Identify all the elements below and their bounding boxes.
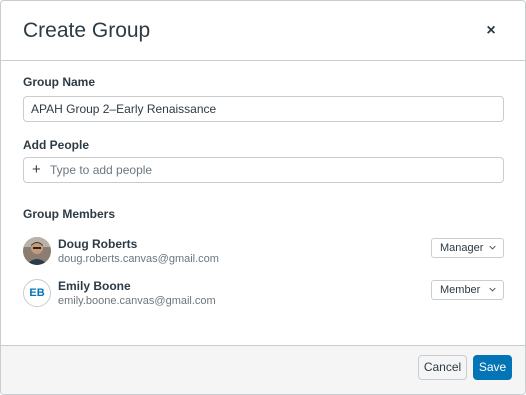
close-icon[interactable]: ×	[481, 21, 501, 41]
save-button[interactable]: Save	[473, 355, 512, 380]
chevron-down-icon	[489, 287, 496, 292]
member-name: Emily Boone	[58, 279, 131, 293]
member-email: doug.roberts.canvas@gmail.com	[58, 253, 219, 265]
group-name-label: Group Name	[23, 75, 96, 89]
role-select[interactable]: Member	[431, 280, 504, 300]
group-name-input[interactable]: APAH Group 2–Early Renaissance	[23, 96, 504, 122]
member-row: Doug Roberts doug.roberts.canvas@gmail.c…	[23, 237, 504, 269]
add-people-label: Add People	[23, 138, 90, 152]
create-group-dialog: Create Group × Group Name APAH Group 2–E…	[0, 0, 526, 395]
dialog-title: Create Group	[23, 19, 151, 42]
cancel-button[interactable]: Cancel	[418, 355, 467, 380]
member-name: Doug Roberts	[58, 237, 138, 251]
plus-icon: +	[32, 161, 41, 178]
role-select[interactable]: Manager	[431, 238, 504, 258]
role-select-value: Member	[440, 284, 481, 296]
dialog-footer: Cancel Save	[1, 345, 525, 394]
add-people-input[interactable]: + Type to add people	[23, 157, 504, 183]
role-select-value: Manager	[440, 242, 484, 254]
member-row: EB Emily Boone emily.boone.canvas@gmail.…	[23, 279, 504, 311]
dialog-header: Create Group ×	[1, 1, 525, 61]
add-people-placeholder: Type to add people	[50, 163, 153, 177]
chevron-down-icon	[489, 245, 496, 250]
group-members-label: Group Members	[23, 207, 116, 221]
avatar: EB	[23, 279, 51, 307]
member-email: emily.boone.canvas@gmail.com	[58, 295, 216, 307]
avatar	[23, 237, 51, 265]
avatar-photo-icon	[23, 237, 51, 265]
